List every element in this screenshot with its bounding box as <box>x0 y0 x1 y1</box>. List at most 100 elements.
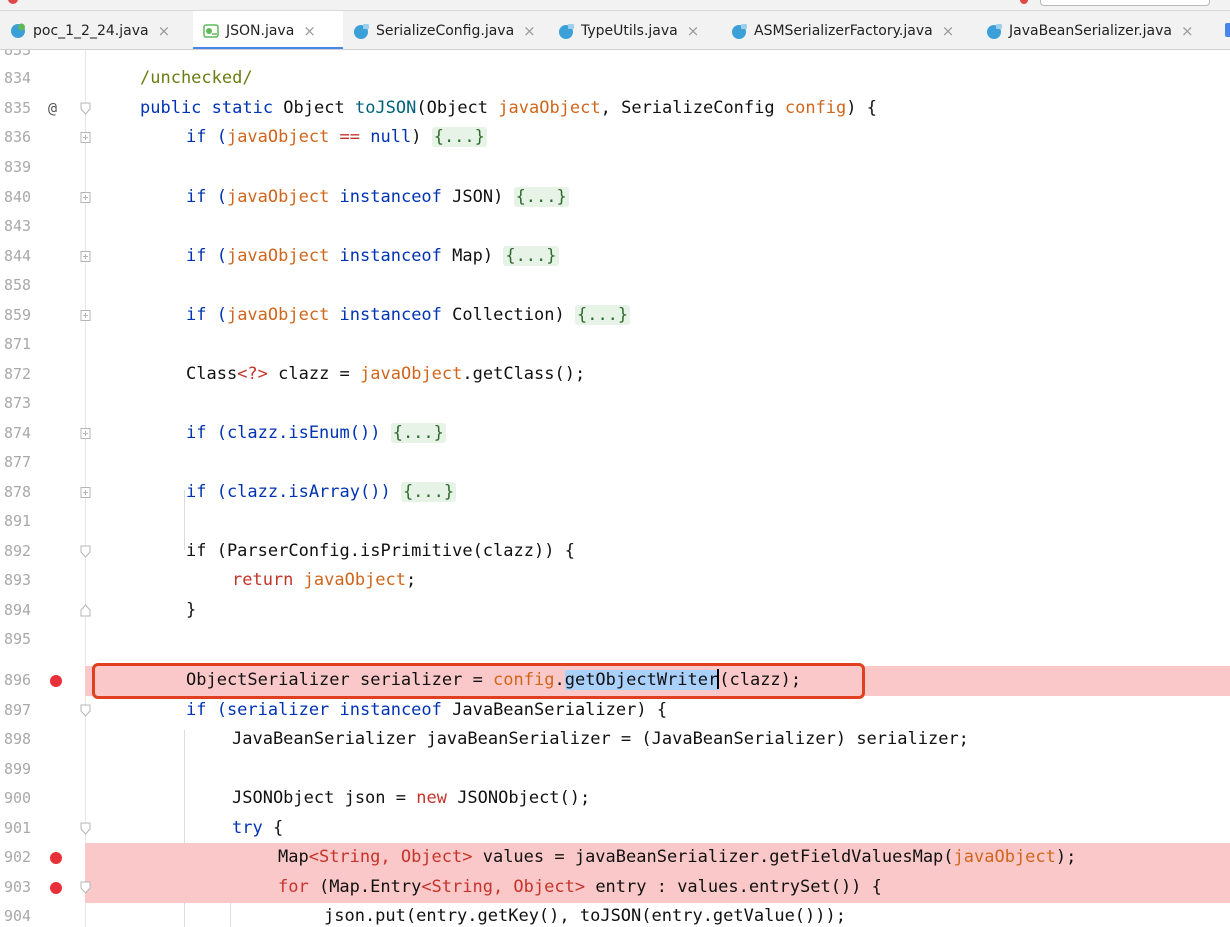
code-line[interactable]: 878 if (clazz.isArray()) {...} <box>0 478 1230 508</box>
code-line[interactable]: 844 if (javaObject instanceof Map) {...} <box>0 242 1230 272</box>
code-token: instanceof <box>329 305 453 325</box>
expand-icon[interactable] <box>80 309 91 322</box>
close-icon[interactable]: × <box>687 22 700 40</box>
fold-end-icon[interactable] <box>80 604 91 617</box>
code-token: javaObject <box>226 305 330 325</box>
folded-block[interactable]: {...} <box>503 246 559 266</box>
override-marker-icon[interactable]: @ <box>48 94 57 124</box>
code-line[interactable]: 877 <box>0 448 1230 478</box>
close-icon[interactable]: × <box>303 22 316 40</box>
code-line[interactable]: 899 <box>0 755 1230 785</box>
code-token: instanceof <box>329 246 453 266</box>
fold-icon[interactable] <box>80 545 91 558</box>
expand-icon[interactable] <box>80 131 91 144</box>
code-line[interactable]: 858 <box>0 271 1230 301</box>
code-line[interactable]: 839 <box>0 153 1230 183</box>
selected-text[interactable]: getObjectWriter <box>564 670 719 690</box>
code-line[interactable]: 874 if (clazz.isEnum()) {...} <box>0 419 1230 449</box>
code-token: <String, Object> <box>421 877 586 897</box>
breakpoint-icon[interactable] <box>50 882 62 894</box>
code-token: return <box>232 570 304 590</box>
code-line[interactable]: 834 /unchecked/ <box>0 64 1230 94</box>
code-line[interactable]: 891 <box>0 507 1230 537</box>
breakpoint-line[interactable]: 903 for (Map.Entry<String, Object> entry… <box>0 873 1230 903</box>
code-line[interactable]: 859 if (javaObject instanceof Collection… <box>0 301 1230 331</box>
tab-label: SerializeConfig.java <box>376 22 515 39</box>
code-line[interactable]: 895 <box>0 625 1230 655</box>
code-line[interactable]: 898 JavaBeanSerializer javaBeanSerialize… <box>0 725 1230 755</box>
code-token: instanceof <box>329 187 453 207</box>
fold-icon[interactable] <box>80 102 91 115</box>
code-token: == <box>329 127 371 147</box>
expand-icon[interactable] <box>80 250 91 263</box>
expand-icon[interactable] <box>80 486 91 499</box>
class-icon <box>354 23 369 39</box>
fold-icon[interactable] <box>80 822 91 835</box>
tab-label: JavaBeanSerializer.java <box>1009 22 1172 39</box>
fold-icon[interactable] <box>80 881 91 894</box>
code-line[interactable]: 901 try { <box>0 814 1230 844</box>
breakpoint-icon[interactable] <box>50 852 62 864</box>
code-token: null <box>370 127 412 147</box>
folded-block[interactable]: {...} <box>574 305 631 325</box>
code-text: if (javaObject instanceof JSON) {...} <box>186 183 569 213</box>
code-token: , SerializeConfig <box>600 98 785 118</box>
toolbar-strip <box>0 0 1230 11</box>
expand-icon[interactable] <box>80 427 91 440</box>
search-field[interactable] <box>1040 0 1210 6</box>
line-number: 839 <box>4 158 32 176</box>
folded-block[interactable]: {...} <box>390 423 446 443</box>
code-line[interactable]: 835 @ public static Object toJSON(Object… <box>0 94 1230 124</box>
breakpoint-line[interactable]: 902 Map<String, Object> values = javaBea… <box>0 843 1230 873</box>
toolbar-icon[interactable] <box>8 0 18 4</box>
code-token: Class <box>186 364 238 384</box>
breakpoint-line[interactable]: 896 ObjectSerializer serializer = config… <box>0 666 1230 696</box>
code-editor[interactable]: 833 834 /unchecked/ 835 @ public static … <box>0 50 1230 927</box>
line-number: 872 <box>4 365 32 383</box>
code-token: javaObject <box>226 127 330 147</box>
folded-block[interactable]: {...} <box>400 482 457 502</box>
more-tabs-icon[interactable] <box>1225 23 1230 37</box>
code-token: ; <box>406 570 417 590</box>
code-token: ObjectSerializer serializer = <box>186 670 494 690</box>
code-line[interactable]: 893 return javaObject; <box>0 566 1230 596</box>
code-line[interactable]: 872 Class<?> clazz = javaObject.getClass… <box>0 360 1230 390</box>
close-icon[interactable]: × <box>1181 22 1194 40</box>
tab-label: ASMSerializerFactory.java <box>754 22 933 39</box>
code-token: Object <box>283 98 355 118</box>
tab-poc-1-2-24[interactable]: poc_1_2_24.java × <box>0 11 171 49</box>
close-icon[interactable]: × <box>942 22 955 40</box>
code-text: return javaObject; <box>232 566 416 596</box>
code-line[interactable]: 843 <box>0 212 1230 242</box>
tab-type-utils[interactable]: TypeUtils.java × <box>548 11 700 49</box>
tab-java-bean-serializer[interactable]: JavaBeanSerializer.java × <box>976 11 1194 49</box>
search-icon[interactable] <box>1020 0 1028 4</box>
code-line[interactable]: 904 json.put(entry.getKey(), toJSON(entr… <box>0 902 1230 927</box>
code-line[interactable]: 897 if (serializer instanceof JavaBeanSe… <box>0 696 1230 726</box>
expand-icon[interactable] <box>80 191 91 204</box>
code-line[interactable]: 836 if (javaObject == null) {...} <box>0 123 1230 153</box>
code-token: .getClass(); <box>462 364 586 384</box>
code-token: javaObject <box>953 847 1056 867</box>
code-token: . <box>554 670 565 690</box>
code-line[interactable]: 892 if (ParserConfig.isPrimitive(clazz))… <box>0 537 1230 567</box>
folded-block[interactable]: {...} <box>431 127 487 147</box>
code-token: if ( <box>186 127 227 147</box>
tab-asm-serializer-factory[interactable]: ASMSerializerFactory.java × <box>721 11 955 49</box>
code-line[interactable]: 873 <box>0 389 1230 419</box>
folded-block[interactable]: {...} <box>513 187 569 207</box>
code-token: if (clazz.isArray()) <box>186 482 401 502</box>
code-line[interactable]: 900 JSONObject json = new JSONObject(); <box>0 784 1230 814</box>
code-line[interactable]: 840 if (javaObject instanceof JSON) {...… <box>0 183 1230 213</box>
code-line[interactable]: 894 } <box>0 596 1230 626</box>
tab-json[interactable]: JSON.java × <box>193 11 343 49</box>
code-line[interactable]: 871 <box>0 330 1230 360</box>
close-icon[interactable]: × <box>523 22 536 40</box>
code-token: public static <box>140 98 284 118</box>
tab-label: JSON.java <box>226 22 295 39</box>
close-icon[interactable]: × <box>158 22 171 40</box>
tab-serialize-config[interactable]: SerializeConfig.java × <box>343 11 536 49</box>
fold-icon[interactable] <box>80 704 91 717</box>
code-token: javaObject <box>498 98 601 118</box>
breakpoint-icon[interactable] <box>50 675 62 687</box>
